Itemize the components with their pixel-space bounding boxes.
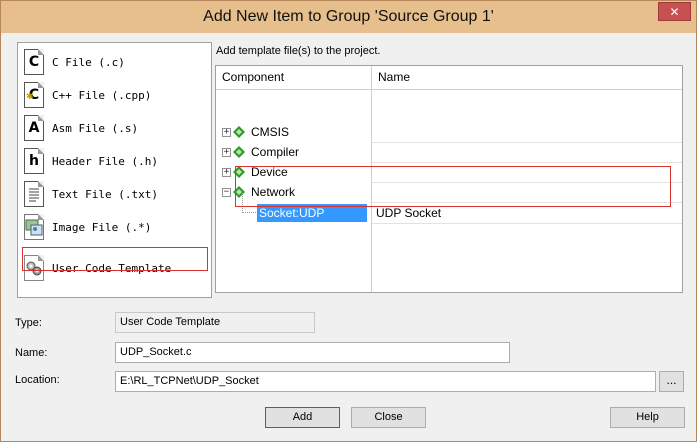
tree-node-network[interactable]: − Network bbox=[222, 182, 295, 202]
image-file-icon bbox=[24, 214, 44, 240]
title-bar[interactable]: Add New Item to Group 'Source Group 1' ✕ bbox=[1, 1, 696, 33]
dialog-client: C C File (.c) C ✱ C++ File (.cpp) A Asm … bbox=[8, 33, 689, 435]
file-type-cpp[interactable]: C ✱ C++ File (.cpp) bbox=[24, 80, 204, 110]
file-type-label: Image File (.*) bbox=[52, 220, 152, 234]
row-line bbox=[372, 182, 682, 183]
file-type-label: C++ File (.cpp) bbox=[52, 88, 152, 102]
file-type-label: C File (.c) bbox=[52, 55, 125, 69]
tree-connector bbox=[242, 212, 256, 213]
type-field: User Code Template bbox=[115, 312, 315, 333]
browse-button[interactable]: ... bbox=[659, 371, 684, 392]
file-type-list[interactable]: C C File (.c) C ✱ C++ File (.cpp) A Asm … bbox=[17, 42, 212, 298]
expand-icon[interactable]: + bbox=[222, 147, 231, 157]
file-type-label: Text File (.txt) bbox=[52, 187, 158, 201]
file-type-c[interactable]: C C File (.c) bbox=[24, 47, 204, 77]
cpp-file-icon: C ✱ bbox=[24, 82, 44, 108]
row-line bbox=[372, 202, 682, 203]
component-diamond-icon bbox=[233, 166, 245, 178]
file-type-image[interactable]: Image File (.*) bbox=[24, 212, 204, 242]
close-button[interactable]: Close bbox=[351, 407, 426, 428]
file-type-label: Header File (.h) bbox=[52, 154, 158, 168]
row-line bbox=[372, 142, 682, 143]
file-type-user-code-template[interactable]: User Code Template bbox=[24, 253, 204, 283]
template-hint: Add template file(s) to the project. bbox=[216, 45, 381, 57]
name-input[interactable]: UDP_Socket.c bbox=[115, 342, 510, 363]
row-line bbox=[372, 162, 682, 163]
component-tree[interactable]: Component Name + CMSIS + Compiler + Devi… bbox=[215, 65, 683, 293]
file-type-text[interactable]: Text File (.txt) bbox=[24, 179, 204, 209]
tree-node-label: Network bbox=[251, 185, 296, 199]
column-header-component[interactable]: Component bbox=[216, 66, 284, 89]
c-file-icon: C bbox=[24, 49, 44, 75]
location-input[interactable]: E:\RL_TCPNet\UDP_Socket bbox=[115, 371, 656, 392]
tree-node-socket-udp[interactable]: Socket:UDP bbox=[257, 204, 367, 222]
type-label: Type: bbox=[15, 317, 42, 329]
tree-connector bbox=[242, 193, 243, 213]
text-file-icon bbox=[24, 181, 44, 207]
component-diamond-icon bbox=[233, 146, 245, 158]
user-code-template-icon bbox=[24, 255, 44, 281]
header-file-icon: h bbox=[24, 148, 44, 174]
column-divider[interactable] bbox=[371, 66, 372, 292]
tree-node-cmsis[interactable]: + CMSIS bbox=[222, 122, 289, 142]
window-title: Add New Item to Group 'Source Group 1' bbox=[203, 8, 494, 25]
collapse-icon[interactable]: − bbox=[222, 187, 231, 197]
component-diamond-icon bbox=[233, 126, 245, 138]
asm-file-icon: A bbox=[24, 115, 44, 141]
name-label: Name: bbox=[15, 347, 48, 359]
row-line bbox=[372, 223, 682, 224]
component-diamond-icon bbox=[233, 186, 245, 198]
location-label: Location: bbox=[15, 374, 60, 386]
file-type-label: Asm File (.s) bbox=[52, 121, 139, 135]
tree-node-compiler[interactable]: + Compiler bbox=[222, 142, 299, 162]
close-window-button[interactable]: ✕ bbox=[658, 2, 691, 21]
close-icon: ✕ bbox=[669, 4, 680, 19]
tree-node-label: Compiler bbox=[251, 145, 300, 159]
tree-cell-name[interactable]: UDP Socket bbox=[376, 204, 441, 222]
file-type-label: User Code Template bbox=[52, 261, 172, 275]
dialog-window: Add New Item to Group 'Source Group 1' ✕… bbox=[0, 0, 697, 442]
expand-icon[interactable]: + bbox=[222, 127, 231, 137]
tree-node-label: CMSIS bbox=[251, 125, 290, 139]
tree-header: Component Name bbox=[216, 66, 682, 90]
tree-node-label: Device bbox=[251, 165, 288, 179]
file-type-header[interactable]: h Header File (.h) bbox=[24, 146, 204, 176]
help-button[interactable]: Help bbox=[610, 407, 685, 428]
expand-icon[interactable]: + bbox=[222, 167, 231, 177]
file-type-asm[interactable]: A Asm File (.s) bbox=[24, 113, 204, 143]
add-button[interactable]: Add bbox=[265, 407, 340, 428]
tree-node-device[interactable]: + Device bbox=[222, 162, 288, 182]
column-header-name[interactable]: Name bbox=[372, 66, 410, 89]
